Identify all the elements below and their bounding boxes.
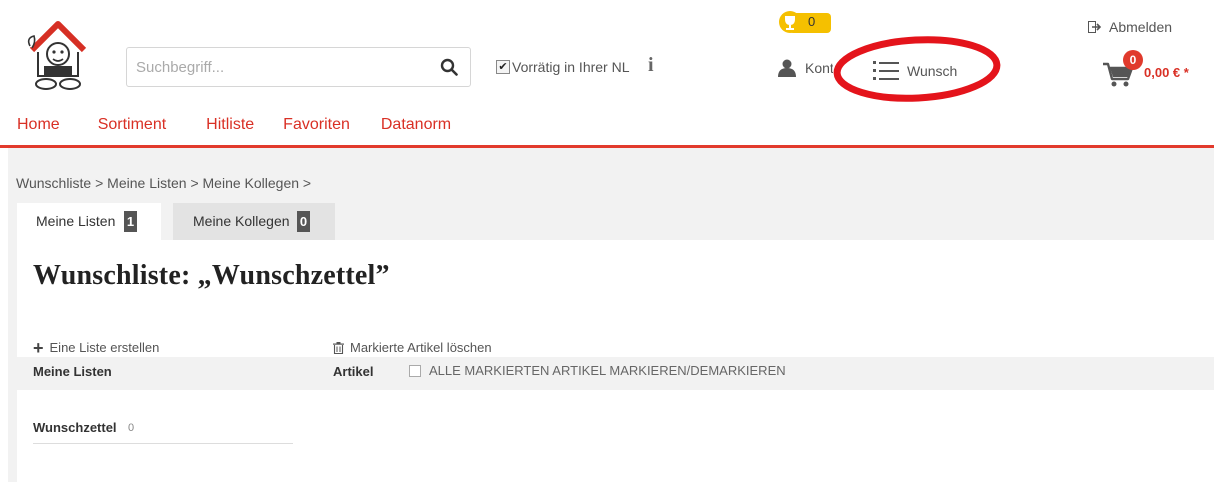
nav-hitliste[interactable]: Hitliste	[206, 116, 254, 134]
list-icon	[873, 61, 899, 80]
trash-icon	[333, 341, 344, 354]
nav-home[interactable]: Home	[17, 116, 60, 134]
in-stock-checkbox[interactable]: ✔	[496, 60, 510, 74]
tab-label: Meine Kollegen	[193, 213, 290, 229]
tab-meine-kollegen[interactable]: Meine Kollegen 0	[173, 203, 335, 240]
mascot-logo[interactable]	[24, 20, 92, 92]
cart-link[interactable]: 0 0,00 € *	[1103, 50, 1203, 90]
select-all-checkbox[interactable]	[409, 364, 421, 377]
info-icon[interactable]: i	[648, 54, 654, 77]
in-stock-filter[interactable]: ✔ Vorrätig in Ihrer NL	[496, 59, 630, 75]
breadcrumb[interactable]: Wunschliste > Meine Listen > Meine Kolle…	[16, 175, 311, 191]
main-nav: Home Sortiment Hitliste Favoriten Datano…	[17, 116, 491, 134]
in-stock-label: Vorrätig in Ihrer NL	[512, 59, 630, 75]
tab-meine-listen[interactable]: Meine Listen 1	[17, 203, 161, 240]
list-item[interactable]: Wunschzettel 0	[33, 418, 293, 444]
wishlist-link[interactable]: Wunsch	[873, 59, 997, 83]
cart-total: 0,00 € *	[1144, 65, 1189, 80]
logout-icon	[1088, 21, 1102, 33]
search-box	[126, 47, 471, 87]
list-count: 0	[128, 422, 135, 434]
tab-count: 1	[124, 211, 137, 232]
trophy-points[interactable]: 0	[779, 11, 831, 33]
account-link[interactable]: Konto	[777, 59, 833, 77]
wishlist-label: Wunsch	[907, 63, 958, 79]
logout-link[interactable]: Abmelden	[1088, 19, 1172, 35]
articles-column-header: Artikel	[333, 364, 374, 379]
trophy-count: 0	[808, 14, 816, 29]
account-label: Konto	[805, 60, 833, 76]
cart-count-badge: 0	[1123, 50, 1143, 70]
nav-sortiment[interactable]: Sortiment	[98, 116, 166, 134]
lists-column-header: Meine Listen	[33, 364, 112, 379]
delete-marked-label: Markierte Artikel löschen	[350, 340, 492, 355]
search-icon[interactable]	[440, 58, 458, 76]
plus-icon: +	[33, 337, 44, 358]
create-list-button[interactable]: + Eine Liste erstellen	[33, 337, 160, 358]
logout-label: Abmelden	[1109, 19, 1173, 35]
page-title: Wunschliste: „Wunschzettel”	[33, 260, 390, 291]
nav-datanorm[interactable]: Datanorm	[381, 116, 451, 134]
create-list-label: Eine Liste erstellen	[49, 340, 160, 355]
nav-favoriten[interactable]: Favoriten	[283, 116, 350, 134]
list-name: Wunschzettel	[33, 420, 117, 435]
tab-label: Meine Listen	[36, 213, 116, 229]
delete-marked-button[interactable]: Markierte Artikel löschen	[333, 340, 492, 355]
search-input[interactable]	[127, 48, 427, 86]
select-all-label: ALLE MARKIERTEN ARTIKEL MARKIEREN/DEMARK…	[429, 363, 786, 378]
user-icon	[778, 59, 796, 77]
trophy-icon	[779, 11, 831, 33]
tab-count: 0	[297, 211, 310, 232]
select-all-toggle[interactable]: ALLE MARKIERTEN ARTIKEL MARKIEREN/DEMARK…	[409, 363, 786, 378]
